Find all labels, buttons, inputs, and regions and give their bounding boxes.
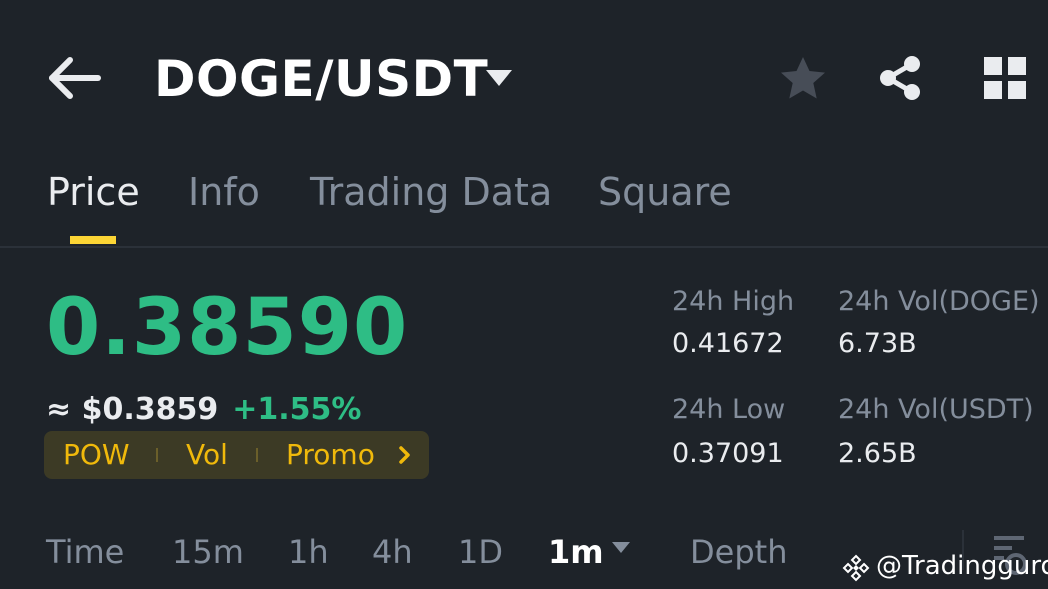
tag-bar[interactable]: POW Vol Promo bbox=[44, 431, 429, 479]
grid-icon bbox=[984, 57, 1026, 99]
interval-1h[interactable]: 1h bbox=[288, 530, 329, 574]
tag-promo[interactable]: Promo bbox=[286, 431, 375, 479]
top-bar: DOGE/USDT bbox=[0, 0, 1048, 150]
interval-15m[interactable]: 15m bbox=[172, 530, 244, 574]
tab-price[interactable]: Price bbox=[47, 168, 140, 216]
pair-selector[interactable]: DOGE/USDT bbox=[154, 48, 488, 110]
interval-4h[interactable]: 4h bbox=[372, 530, 413, 574]
tag-pow[interactable]: POW bbox=[63, 431, 130, 479]
stat-vol-base-value: 6.73B bbox=[838, 328, 917, 359]
tab-trading-data[interactable]: Trading Data bbox=[310, 168, 552, 216]
tab-square[interactable]: Square bbox=[598, 168, 732, 216]
section-tabs: Price Info Trading Data Square bbox=[0, 150, 1048, 248]
layout-button[interactable] bbox=[982, 55, 1028, 101]
tags-more-button[interactable] bbox=[398, 445, 412, 465]
caret-down-icon bbox=[612, 542, 630, 553]
last-price: 0.38590 bbox=[46, 283, 409, 373]
interval-1m[interactable]: 1m bbox=[548, 530, 604, 574]
interval-depth[interactable]: Depth bbox=[690, 530, 787, 574]
active-tab-indicator bbox=[70, 236, 116, 244]
share-button[interactable] bbox=[876, 54, 924, 102]
interval-time[interactable]: Time bbox=[46, 530, 124, 574]
chevron-right-icon bbox=[399, 446, 410, 464]
stat-vol-base-label: 24h Vol(DOGE) bbox=[838, 286, 1040, 317]
interval-dropdown-button[interactable] bbox=[610, 540, 632, 556]
stat-vol-quote-label: 24h Vol(USDT) bbox=[838, 394, 1034, 425]
back-button[interactable] bbox=[46, 52, 106, 104]
fiat-price: ≈ $0.3859 bbox=[46, 392, 219, 427]
tab-info[interactable]: Info bbox=[188, 168, 260, 216]
stat-high-value: 0.41672 bbox=[672, 328, 784, 359]
binance-logo-icon bbox=[842, 554, 870, 582]
tag-separator bbox=[256, 448, 258, 462]
tag-separator bbox=[156, 448, 158, 462]
tag-vol[interactable]: Vol bbox=[186, 431, 228, 479]
stat-vol-quote-value: 2.65B bbox=[838, 438, 917, 469]
star-icon bbox=[781, 57, 825, 99]
caret-down-icon bbox=[486, 70, 512, 86]
share-icon bbox=[880, 56, 920, 100]
price-change-percent: +1.55% bbox=[232, 392, 362, 427]
watermark-text: @Tradingguro bbox=[876, 551, 1048, 581]
favorite-button[interactable] bbox=[778, 54, 828, 102]
stat-low-label: 24h Low bbox=[672, 394, 786, 425]
interval-1d[interactable]: 1D bbox=[458, 530, 503, 574]
fiat-price-row: ≈ $0.3859 +1.55% bbox=[46, 388, 361, 432]
arrow-left-icon bbox=[49, 57, 101, 99]
stat-low-value: 0.37091 bbox=[672, 438, 784, 469]
stat-high-label: 24h High bbox=[672, 286, 795, 317]
pair-dropdown-button[interactable] bbox=[483, 66, 515, 90]
